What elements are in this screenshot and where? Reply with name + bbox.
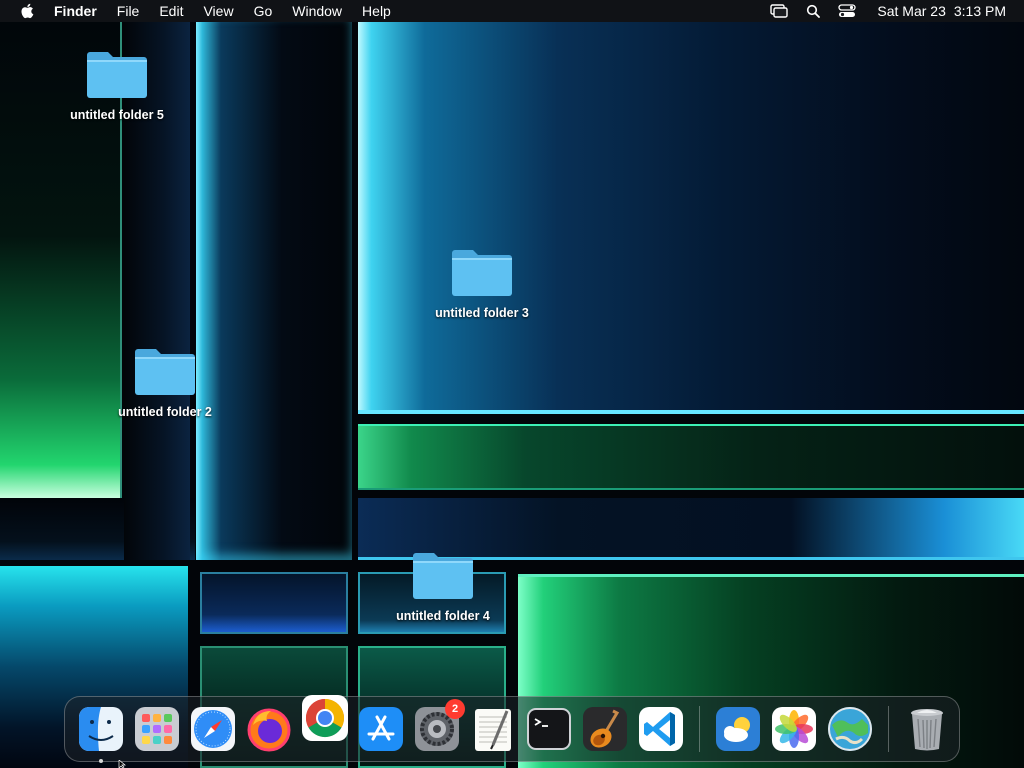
app-store-icon	[359, 707, 403, 751]
dock-app-system-settings[interactable]: 2	[413, 699, 465, 753]
wallpaper-panel	[196, 22, 352, 560]
dock-app-weather[interactable]	[714, 705, 762, 753]
finder-icon	[79, 707, 123, 751]
menu-help[interactable]: Help	[352, 0, 401, 22]
folder-icon	[86, 46, 148, 100]
dock-app-vscode[interactable]	[637, 705, 685, 753]
spotlight-search-icon[interactable]	[803, 1, 823, 21]
menu-window[interactable]: Window	[282, 0, 352, 22]
menu-file[interactable]: File	[107, 0, 150, 22]
apple-menu-icon[interactable]	[16, 0, 38, 22]
menu-bar-clock[interactable]: Sat Mar 23 3:13 PM	[877, 3, 1006, 19]
dock-app-chrome[interactable]	[301, 694, 349, 742]
weather-icon	[716, 707, 760, 751]
dock-separator	[699, 706, 700, 752]
garageband-icon	[583, 707, 627, 751]
screen-mirroring-icon[interactable]	[769, 1, 789, 21]
dock-app-photos[interactable]	[770, 705, 818, 753]
terminal-icon	[527, 708, 571, 750]
dock-app-maps[interactable]	[826, 705, 874, 753]
desktop-folder[interactable]: untitled folder 2	[110, 343, 220, 419]
dock-app-trash[interactable]	[903, 705, 951, 753]
launchpad-icon	[135, 707, 179, 751]
menu-bar: Finder File Edit View Go Window Help Sat…	[0, 0, 1024, 22]
menu-go[interactable]: Go	[244, 0, 283, 22]
dock-app-textedit[interactable]	[469, 705, 517, 753]
folder-icon	[134, 343, 196, 397]
vscode-icon	[639, 707, 683, 751]
menu-view[interactable]: View	[193, 0, 243, 22]
textedit-icon	[475, 709, 511, 751]
photos-icon	[772, 707, 816, 751]
desktop-folder[interactable]: untitled folder 5	[62, 46, 172, 122]
dock-app-app-store[interactable]	[357, 705, 405, 753]
dock: 2	[64, 694, 960, 763]
dock-app-safari[interactable]	[189, 705, 237, 753]
wallpaper-panel	[200, 572, 348, 634]
folder-label: untitled folder 3	[435, 306, 529, 320]
desktop-folder[interactable]: untitled folder 4	[388, 547, 498, 623]
safari-icon	[191, 707, 235, 751]
dock-app-launchpad[interactable]	[133, 705, 181, 753]
clock-time: 3:13 PM	[953, 3, 1006, 19]
chrome-icon	[302, 695, 348, 741]
folder-label: untitled folder 4	[396, 609, 490, 623]
folder-label: untitled folder 5	[70, 108, 164, 122]
wallpaper-panel	[358, 424, 1024, 490]
dock-app-finder[interactable]	[77, 705, 125, 763]
trash-icon	[911, 709, 943, 751]
desktop-folder[interactable]: untitled folder 3	[427, 244, 537, 320]
notification-badge: 2	[445, 699, 465, 719]
wallpaper-panel	[358, 22, 1024, 414]
clock-date: Sat Mar 23	[877, 3, 946, 19]
folder-icon	[412, 547, 474, 601]
dock-app-firefox[interactable]	[245, 705, 293, 753]
menu-edit[interactable]: Edit	[149, 0, 193, 22]
folder-label: untitled folder 2	[118, 405, 212, 419]
dock-app-garageband[interactable]	[581, 705, 629, 753]
menu-app-finder[interactable]: Finder	[54, 0, 107, 22]
control-center-icon[interactable]	[837, 1, 857, 21]
dock-app-terminal[interactable]	[525, 705, 573, 753]
firefox-icon	[247, 708, 291, 752]
dock-separator	[888, 706, 889, 752]
mouse-cursor-icon	[118, 760, 126, 768]
folder-icon	[451, 244, 513, 298]
maps-icon	[828, 707, 872, 751]
running-indicator	[99, 759, 103, 763]
